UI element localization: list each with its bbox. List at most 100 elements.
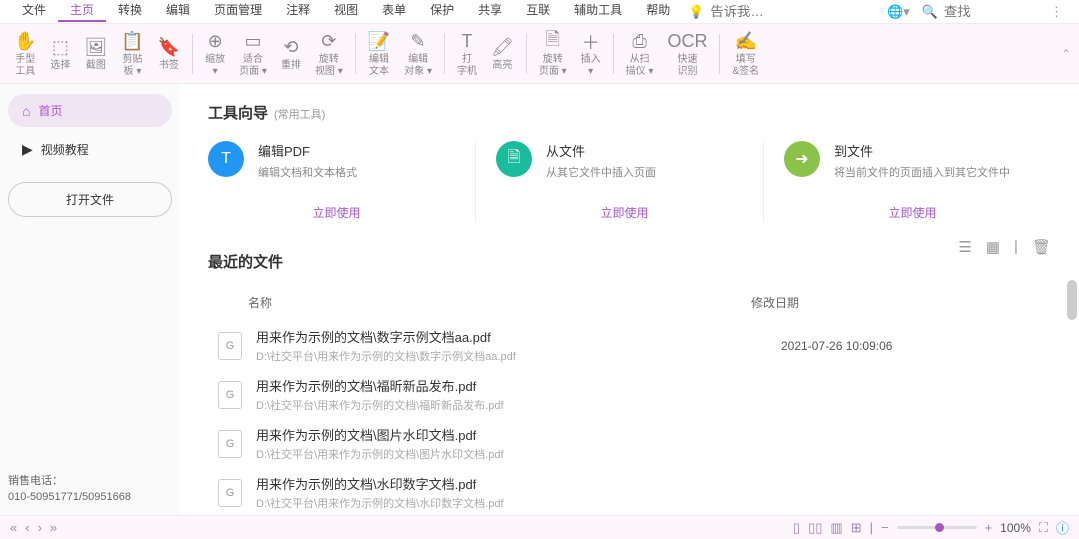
ribbon-button[interactable]: 🗎旋转 页面 ▾: [533, 28, 573, 80]
menu-item[interactable]: 注释: [274, 1, 322, 22]
use-now-link[interactable]: 立即使用: [784, 204, 1041, 221]
ribbon-button[interactable]: ⟳旋转 视图 ▾: [309, 28, 349, 80]
ribbon-button[interactable]: ✎编辑 对象 ▾: [398, 28, 438, 80]
ribbon-icon: 📝: [368, 30, 390, 54]
ribbon-label: 旋转 页面 ▾: [539, 54, 567, 78]
ribbon-button[interactable]: 🖼截图: [78, 34, 113, 74]
file-icon: G: [218, 332, 242, 360]
file-row[interactable]: G用来作为示例的文档\图片水印文档.pdfD:\社交平台\用来作为示例的文档\图…: [208, 419, 1051, 468]
menu-item[interactable]: 文件: [10, 1, 58, 22]
ribbon-label: 打 字机: [457, 54, 477, 78]
use-now-link[interactable]: 立即使用: [208, 204, 465, 221]
status-bar: « ‹ › » ▯ ▯▯ ▥ ⊞ | − + 100% ⛶ ⓘ: [0, 515, 1079, 539]
nav-first-icon[interactable]: «: [10, 520, 17, 535]
tell-me-input[interactable]: [710, 4, 810, 19]
ribbon-button[interactable]: 🖍高亮: [485, 34, 520, 74]
separator: [355, 34, 356, 74]
lang-icon[interactable]: 🌐▾: [887, 4, 910, 20]
ribbon-button[interactable]: ⎙从扫 描仪 ▾: [620, 28, 660, 80]
card-title: 编辑PDF: [258, 141, 357, 160]
ribbon-icon: ⊕: [208, 30, 223, 54]
separator: [613, 34, 614, 74]
ribbon-button[interactable]: ✋手型 工具: [8, 28, 42, 80]
file-name: 用来作为示例的文档\数字示例文档aa.pdf: [256, 327, 781, 346]
file-row[interactable]: G 用来作为示例的文档\水印数字文档.pdf D:\社交平台\用来作为示例的文档\水…: [208, 468, 1051, 511]
ribbon-label: 编辑 对象 ▾: [404, 54, 432, 78]
ribbon-button[interactable]: OCR快速 识别: [661, 28, 713, 80]
menu-item[interactable]: 页面管理: [202, 1, 274, 22]
menu-item[interactable]: 表单: [370, 1, 418, 22]
ribbon-label: 插入 ▾: [581, 54, 601, 78]
scrollbar-thumb[interactable]: [1067, 280, 1077, 320]
list-view-icon[interactable]: ☰: [958, 238, 971, 256]
grid-view-icon[interactable]: ▦: [986, 238, 1000, 256]
card-desc: 编辑文档和文本格式: [258, 164, 357, 180]
app-menu-icon[interactable]: ⋮: [1050, 4, 1063, 20]
sidebar-item-home[interactable]: ⌂ 首页: [8, 94, 172, 127]
ribbon-button[interactable]: ⟲重排: [275, 34, 307, 74]
ribbon-button[interactable]: ▭适合 页面 ▾: [233, 28, 273, 80]
layout-icon[interactable]: ▯: [793, 520, 800, 536]
ribbon-button[interactable]: 📋剪贴 板 ▾: [115, 28, 149, 80]
nav-next-icon[interactable]: ›: [38, 520, 42, 535]
nav-last-icon[interactable]: »: [50, 520, 57, 535]
ribbon-icon: ✎: [411, 30, 426, 54]
layout-icon[interactable]: ⊞: [851, 520, 862, 536]
menu-item[interactable]: 视图: [322, 1, 370, 22]
menu-item[interactable]: 转换: [106, 1, 154, 22]
ribbon-button[interactable]: ⬚选择: [44, 34, 76, 74]
ribbon-button[interactable]: ✍填写 &签名: [726, 28, 765, 80]
sidebar: ⌂ 首页 ▶ 视频教程 打开文件 销售电话： 010-50951771/5095…: [0, 84, 180, 515]
menu-item[interactable]: 帮助: [634, 1, 682, 22]
file-path: D:\社交平台\用来作为示例的文档\水印数字文档.pdf: [256, 495, 781, 511]
file-path: D:\社交平台\用来作为示例的文档\福昕新品发布.pdf: [256, 397, 781, 413]
ribbon-toolbar: ✋手型 工具⬚选择🖼截图📋剪贴 板 ▾🔖书签 ⊕缩放 ▾▭适合 页面 ▾⟲重排⟳旋…: [0, 24, 1079, 84]
wizard-title: 工具向导(常用工具): [208, 102, 1051, 123]
ribbon-button[interactable]: ＋插入 ▾: [575, 28, 607, 80]
zoom-in-icon[interactable]: +: [985, 520, 993, 535]
ribbon-icon: ✋: [14, 30, 36, 54]
ribbon-collapse-icon[interactable]: ⌃: [1061, 47, 1071, 61]
zoom-slider[interactable]: [897, 526, 977, 529]
menu-item[interactable]: 互联: [514, 1, 562, 22]
search-input[interactable]: [944, 4, 1044, 19]
divider: |: [1014, 238, 1018, 256]
menu-item[interactable]: 保护: [418, 1, 466, 22]
ribbon-icon: OCR: [667, 30, 707, 54]
open-file-button[interactable]: 打开文件: [8, 182, 172, 217]
ribbon-button[interactable]: ⊕缩放 ▾: [199, 28, 231, 80]
fullscreen-icon[interactable]: ⛶: [1039, 520, 1048, 536]
file-name: 用来作为示例的文档\水印数字文档.pdf: [256, 474, 781, 493]
separator: [719, 34, 720, 74]
help-icon[interactable]: ⓘ: [1056, 518, 1069, 537]
use-now-link[interactable]: 立即使用: [496, 204, 753, 221]
ribbon-button[interactable]: 📝编辑 文本: [362, 28, 396, 80]
menu-bar: 文件主页转换编辑页面管理注释视图表单保护共享互联辅助工具帮助 💡 🌐▾ 🔍 ⋮: [0, 0, 1079, 24]
menu-item[interactable]: 辅助工具: [562, 1, 634, 22]
zoom-out-icon[interactable]: −: [881, 520, 889, 535]
nav-prev-icon[interactable]: ‹: [25, 520, 29, 535]
sidebar-item-video[interactable]: ▶ 视频教程: [8, 133, 172, 166]
layout-icon[interactable]: ▯▯: [808, 520, 822, 536]
ribbon-label: 快速 识别: [677, 54, 697, 78]
file-icon: G: [218, 479, 242, 507]
ribbon-label: 重排: [281, 60, 301, 72]
ribbon-button[interactable]: T打 字机: [451, 28, 483, 80]
file-date: 2021-07-26 10:09:06: [781, 339, 1041, 353]
layout-icon[interactable]: ▥: [830, 520, 842, 536]
ribbon-label: 选择: [50, 60, 70, 72]
card-icon: 🗎: [496, 141, 532, 177]
video-icon: ▶: [22, 141, 33, 158]
file-row[interactable]: G 用来作为示例的文档\数字示例文档aa.pdf D:\社交平台\用来作为示例的文档…: [208, 321, 1051, 370]
ribbon-label: 编辑 文本: [369, 54, 389, 78]
menu-item[interactable]: 编辑: [154, 1, 202, 22]
file-row[interactable]: G用来作为示例的文档\福昕新品发布.pdfD:\社交平台\用来作为示例的文档\福…: [208, 370, 1051, 419]
ribbon-button[interactable]: 🔖书签: [152, 34, 186, 74]
ribbon-label: 书签: [159, 60, 179, 72]
ribbon-icon: 🖼: [84, 36, 107, 60]
menu-item[interactable]: 共享: [466, 1, 514, 22]
trash-icon[interactable]: 🗑: [1032, 238, 1051, 256]
card-icon: T: [208, 141, 244, 177]
menu-item[interactable]: 主页: [58, 1, 106, 22]
file-path: D:\社交平台\用来作为示例的文档\数字示例文档aa.pdf: [256, 348, 781, 364]
